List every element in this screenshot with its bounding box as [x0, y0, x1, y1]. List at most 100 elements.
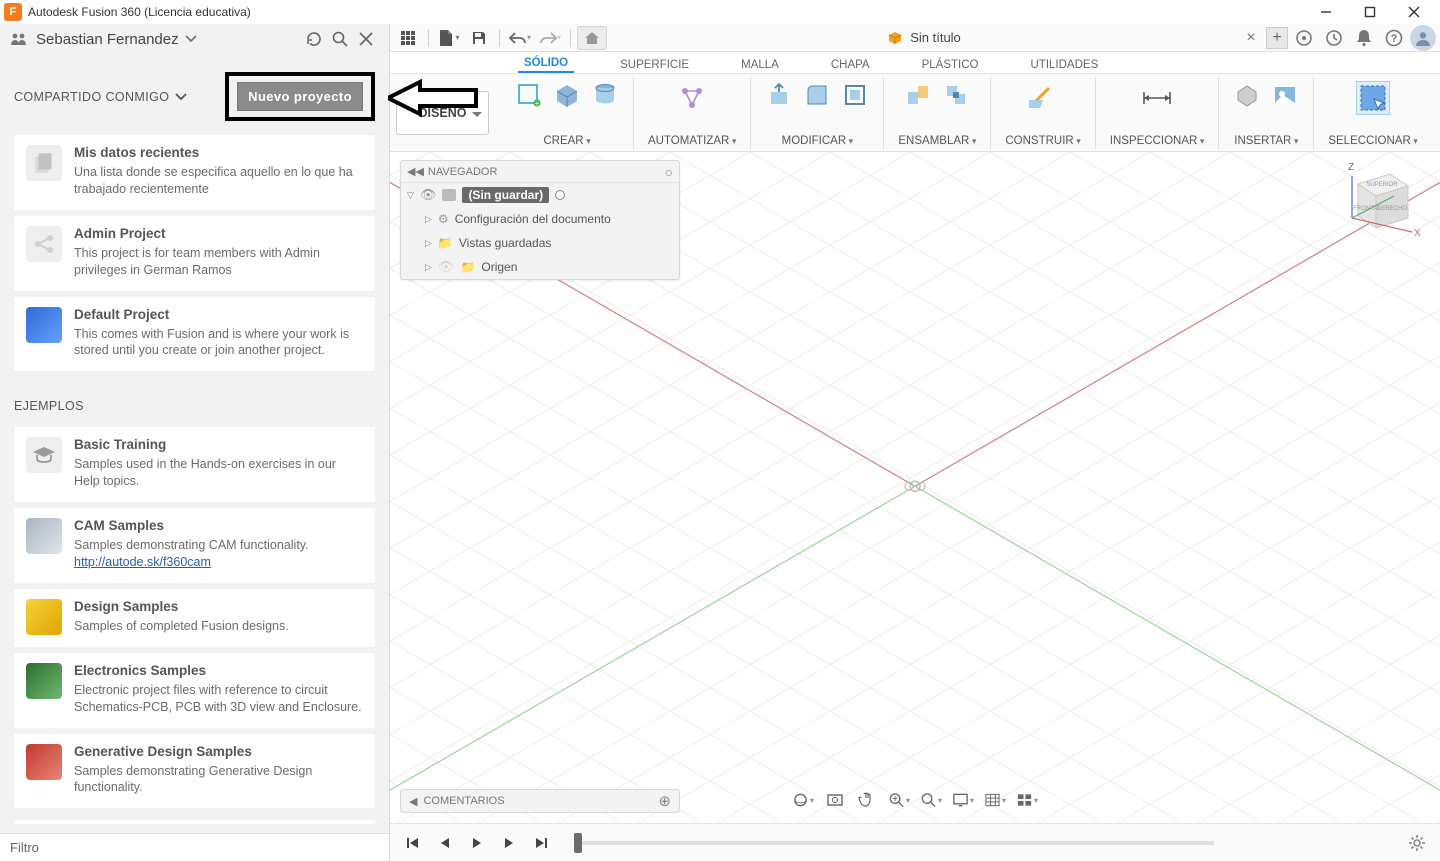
window-maximize-button[interactable] [1348, 0, 1392, 24]
look-at-icon[interactable] [824, 789, 846, 811]
ribbon-tab-superficie[interactable]: SUPERFICIE [614, 56, 695, 73]
tab-close-icon[interactable]: × [1242, 29, 1260, 47]
example-generative-samples[interactable]: Generative Design Samples Samples demons… [14, 734, 375, 809]
select-icon[interactable] [1356, 81, 1390, 115]
presspull-icon[interactable] [765, 81, 793, 109]
expand-icon[interactable]: ▽ [407, 190, 414, 201]
ribbon-tab-malla[interactable]: MALLA [735, 56, 785, 73]
ribbon-group-label[interactable]: CONSTRUIR [1005, 135, 1080, 149]
visibility-icon[interactable]: 👁 [420, 187, 437, 203]
insert-derive-icon[interactable] [1233, 81, 1261, 109]
example-electronics-samples[interactable]: Electronics Samples Electronic project f… [14, 653, 375, 728]
cam-link[interactable]: http://autode.sk/f360cam [74, 555, 211, 569]
browser-panel[interactable]: ◀◀ NAVEGADOR ○ ▽ 👁 (Sin guardar) ▷ ⚙ [400, 160, 680, 280]
search-button[interactable] [327, 26, 353, 52]
new-project-button[interactable]: Nuevo proyecto [237, 82, 363, 111]
document-title: Sin título [910, 30, 961, 45]
file-menu-icon[interactable]: ▾ [435, 26, 463, 50]
team-dropdown-icon[interactable] [185, 35, 197, 43]
construct-icon[interactable] [1026, 81, 1060, 115]
pan-icon[interactable] [856, 789, 878, 811]
cylinder-icon[interactable] [591, 81, 619, 109]
timeline-prev-icon[interactable] [436, 834, 454, 852]
card-desc: Samples of completed Fusion designs. [74, 618, 363, 635]
assemble-icon[interactable] [904, 81, 932, 109]
active-indicator-icon[interactable] [555, 190, 565, 200]
expand-icon[interactable]: ▷ [425, 214, 432, 225]
refresh-button[interactable] [301, 26, 327, 52]
timeline-settings-icon[interactable] [1408, 834, 1426, 852]
timeline-track[interactable] [574, 841, 1214, 845]
admin-project-card[interactable]: Admin Project This project is for team m… [14, 216, 375, 291]
timeline-start-icon[interactable] [404, 834, 422, 852]
fit-icon[interactable] [920, 789, 942, 811]
ribbon-group-label[interactable]: ENSAMBLAR [898, 135, 976, 149]
zoom-icon[interactable] [888, 789, 910, 811]
grid-apps-icon[interactable] [394, 26, 422, 50]
document-tab[interactable]: Sin título [609, 30, 1240, 45]
add-comment-icon[interactable]: ⊕ [658, 792, 671, 810]
job-status-icon[interactable] [1320, 26, 1348, 50]
help-icon[interactable]: ? [1380, 26, 1408, 50]
user-avatar[interactable] [1410, 25, 1436, 51]
filter-bar[interactable]: Filtro [0, 833, 389, 861]
ribbon-group-label[interactable]: MODIFICAR [782, 135, 854, 149]
timeline-play-icon[interactable] [468, 834, 486, 852]
panel-settings-icon[interactable]: ○ [665, 164, 673, 180]
timeline-end-icon[interactable] [532, 834, 550, 852]
window-minimize-button[interactable] [1304, 0, 1348, 24]
extensions-icon[interactable] [1290, 26, 1318, 50]
comments-bar[interactable]: ◀ COMENTARIOS ⊕ [400, 789, 680, 813]
box-icon[interactable] [553, 81, 581, 109]
new-tab-button[interactable]: + [1266, 27, 1288, 49]
fillet-icon[interactable] [803, 81, 831, 109]
viewport[interactable]: ◀◀ NAVEGADOR ○ ▽ 👁 (Sin guardar) ▷ ⚙ [390, 152, 1440, 861]
automate-icon[interactable] [675, 81, 709, 115]
window-close-button[interactable] [1392, 0, 1436, 24]
shared-section-header[interactable]: COMPARTIDO CONMIGO Nuevo proyecto [0, 54, 389, 129]
ribbon-tab-solido[interactable]: SÓLIDO [518, 54, 574, 73]
panel-collapse-icon[interactable]: ◀◀ [407, 165, 424, 178]
ribbon-tab-utilidades[interactable]: UTILIDADES [1025, 56, 1105, 73]
ribbon-group-label[interactable]: INSPECCIONAR [1110, 135, 1205, 149]
orbit-icon[interactable] [792, 789, 814, 811]
undo-icon[interactable]: ▾ [506, 26, 534, 50]
grid-settings-icon[interactable] [984, 789, 1006, 811]
sketch-icon[interactable]: + [515, 81, 543, 109]
expand-icon[interactable]: ▷ [425, 262, 432, 273]
example-basic-training[interactable]: Basic Training Samples used in the Hands… [14, 427, 375, 502]
measure-icon[interactable] [1140, 81, 1174, 115]
recent-data-card[interactable]: Mis datos recientes Una lista donde se e… [14, 135, 375, 210]
example-design-samples[interactable]: Design Samples Samples of completed Fusi… [14, 589, 375, 647]
browser-item[interactable]: Vistas guardadas [459, 236, 552, 250]
timeline-next-icon[interactable] [500, 834, 518, 852]
examples-section-header: EJEMPLOS [0, 377, 389, 421]
display-settings-icon[interactable] [952, 789, 974, 811]
joint-icon[interactable] [942, 81, 970, 109]
timeline-handle[interactable] [574, 833, 582, 853]
panel-close-button[interactable] [353, 26, 379, 52]
default-project-card[interactable]: Default Project This comes with Fusion a… [14, 297, 375, 372]
ribbon-group-label[interactable]: SELECCIONAR [1328, 135, 1417, 149]
shell-icon[interactable] [841, 81, 869, 109]
expand-icon[interactable]: ▷ [425, 238, 432, 249]
team-name[interactable]: Sebastian Fernandez [36, 31, 179, 48]
ribbon-group-label[interactable]: CREAR [543, 135, 590, 149]
ribbon-tab-plastico[interactable]: PLÁSTICO [916, 56, 985, 73]
insert-decal-icon[interactable] [1271, 81, 1299, 109]
notifications-icon[interactable] [1350, 26, 1378, 50]
browser-item[interactable]: Origen [481, 260, 517, 274]
viewport-layout-icon[interactable] [1016, 789, 1038, 811]
ribbon-group-label[interactable]: AUTOMATIZAR [648, 135, 736, 149]
ribbon-group-label[interactable]: INSERTAR [1234, 135, 1298, 149]
root-node[interactable]: (Sin guardar) [462, 187, 549, 203]
home-tab-button[interactable] [577, 26, 607, 50]
redo-icon[interactable]: ▾ [536, 26, 564, 50]
example-cam-samples[interactable]: CAM Samples Samples demonstrating CAM fu… [14, 508, 375, 583]
ribbon-tab-chapa[interactable]: CHAPA [825, 56, 876, 73]
save-icon[interactable] [465, 26, 493, 50]
collapse-icon[interactable]: ◀ [409, 795, 417, 808]
visibility-icon[interactable]: 👁 [438, 259, 455, 275]
browser-item[interactable]: Configuración del documento [455, 212, 611, 226]
viewcube[interactable]: SUPERIOR FRONTAL DERECHO Z X [1334, 156, 1422, 244]
